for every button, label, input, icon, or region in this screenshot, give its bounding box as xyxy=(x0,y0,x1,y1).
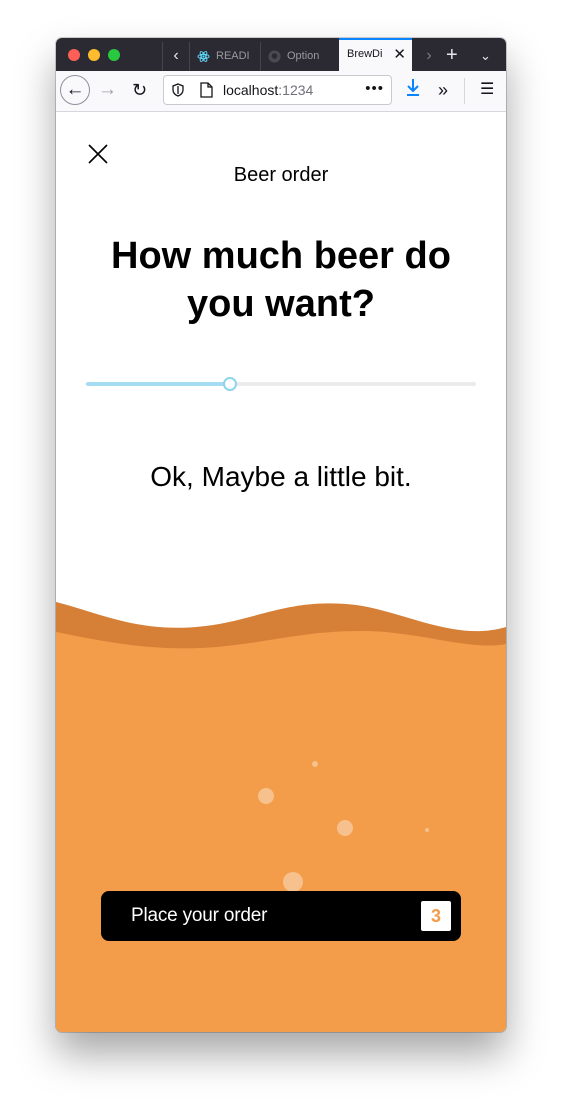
page-actions-icon[interactable]: ••• xyxy=(365,76,384,102)
overflow-chevron-icon[interactable]: » xyxy=(438,77,448,103)
url-host: localhost xyxy=(223,82,279,98)
slider-thumb[interactable] xyxy=(223,377,237,391)
page-icon[interactable] xyxy=(200,82,213,98)
reload-icon[interactable]: ↻ xyxy=(132,77,147,103)
page-title: Beer order xyxy=(233,164,329,186)
tab-options[interactable]: Option xyxy=(260,42,339,71)
bubble xyxy=(258,788,274,804)
hamburger-menu-icon[interactable]: ☰ xyxy=(480,77,494,103)
tab-list-chevron-icon[interactable]: ⌄ xyxy=(480,44,491,68)
url-port: :1234 xyxy=(278,82,314,98)
beer-illustration xyxy=(56,602,506,1032)
tab-scroll-right-icon[interactable]: › xyxy=(416,42,442,71)
back-arrow-icon[interactable]: ← xyxy=(60,75,90,105)
tab-title: BrewDi xyxy=(347,48,383,60)
download-icon[interactable] xyxy=(405,77,421,99)
forward-arrow-icon[interactable]: → xyxy=(98,77,117,103)
window-maximize-button[interactable] xyxy=(108,49,120,61)
address-bar[interactable]: localhost:1234 ••• xyxy=(163,75,392,105)
place-order-label: Place your order xyxy=(131,905,268,926)
window-close-button[interactable] xyxy=(68,49,80,61)
react-icon xyxy=(197,51,210,62)
toolbar-divider xyxy=(464,78,465,104)
amount-description: Ok, Maybe a little bit. xyxy=(150,461,412,492)
bubble xyxy=(425,828,429,832)
beer-liquid xyxy=(56,630,506,1032)
tab-strip: ‹ READI Option BrewDi ✕ › + ⌄ xyxy=(56,38,506,71)
tab-readme[interactable]: READI xyxy=(189,42,260,71)
app-page: Beer order How much beer do you want? Ok… xyxy=(56,112,506,1032)
github-icon xyxy=(268,50,281,63)
bubble xyxy=(337,820,353,836)
tab-close-icon[interactable]: ✕ xyxy=(393,40,406,69)
tab-title: READI xyxy=(216,50,250,62)
new-tab-icon[interactable]: + xyxy=(446,42,458,68)
url-text[interactable]: localhost:1234 xyxy=(223,76,313,104)
order-count-badge: 3 xyxy=(421,901,451,931)
tab-title: Option xyxy=(287,50,320,62)
bubble xyxy=(312,761,318,767)
place-order-button[interactable]: Place your order 3 xyxy=(101,891,461,941)
browser-window: ‹ READI Option BrewDi ✕ › + ⌄ ← → ↻ loca… xyxy=(56,38,506,1032)
question-heading: How much beer do you want? xyxy=(111,235,451,325)
slider-fill xyxy=(86,382,230,386)
tab-scroll-left-icon[interactable]: ‹ xyxy=(162,42,189,71)
beer-amount-slider[interactable] xyxy=(86,374,476,394)
shield-icon[interactable] xyxy=(171,83,185,97)
window-minimize-button[interactable] xyxy=(88,49,100,61)
tab-brewdog[interactable]: BrewDi ✕ xyxy=(339,38,412,71)
navigation-bar: ← → ↻ localhost:1234 ••• » ☰ xyxy=(56,71,506,112)
bubble xyxy=(283,872,303,892)
